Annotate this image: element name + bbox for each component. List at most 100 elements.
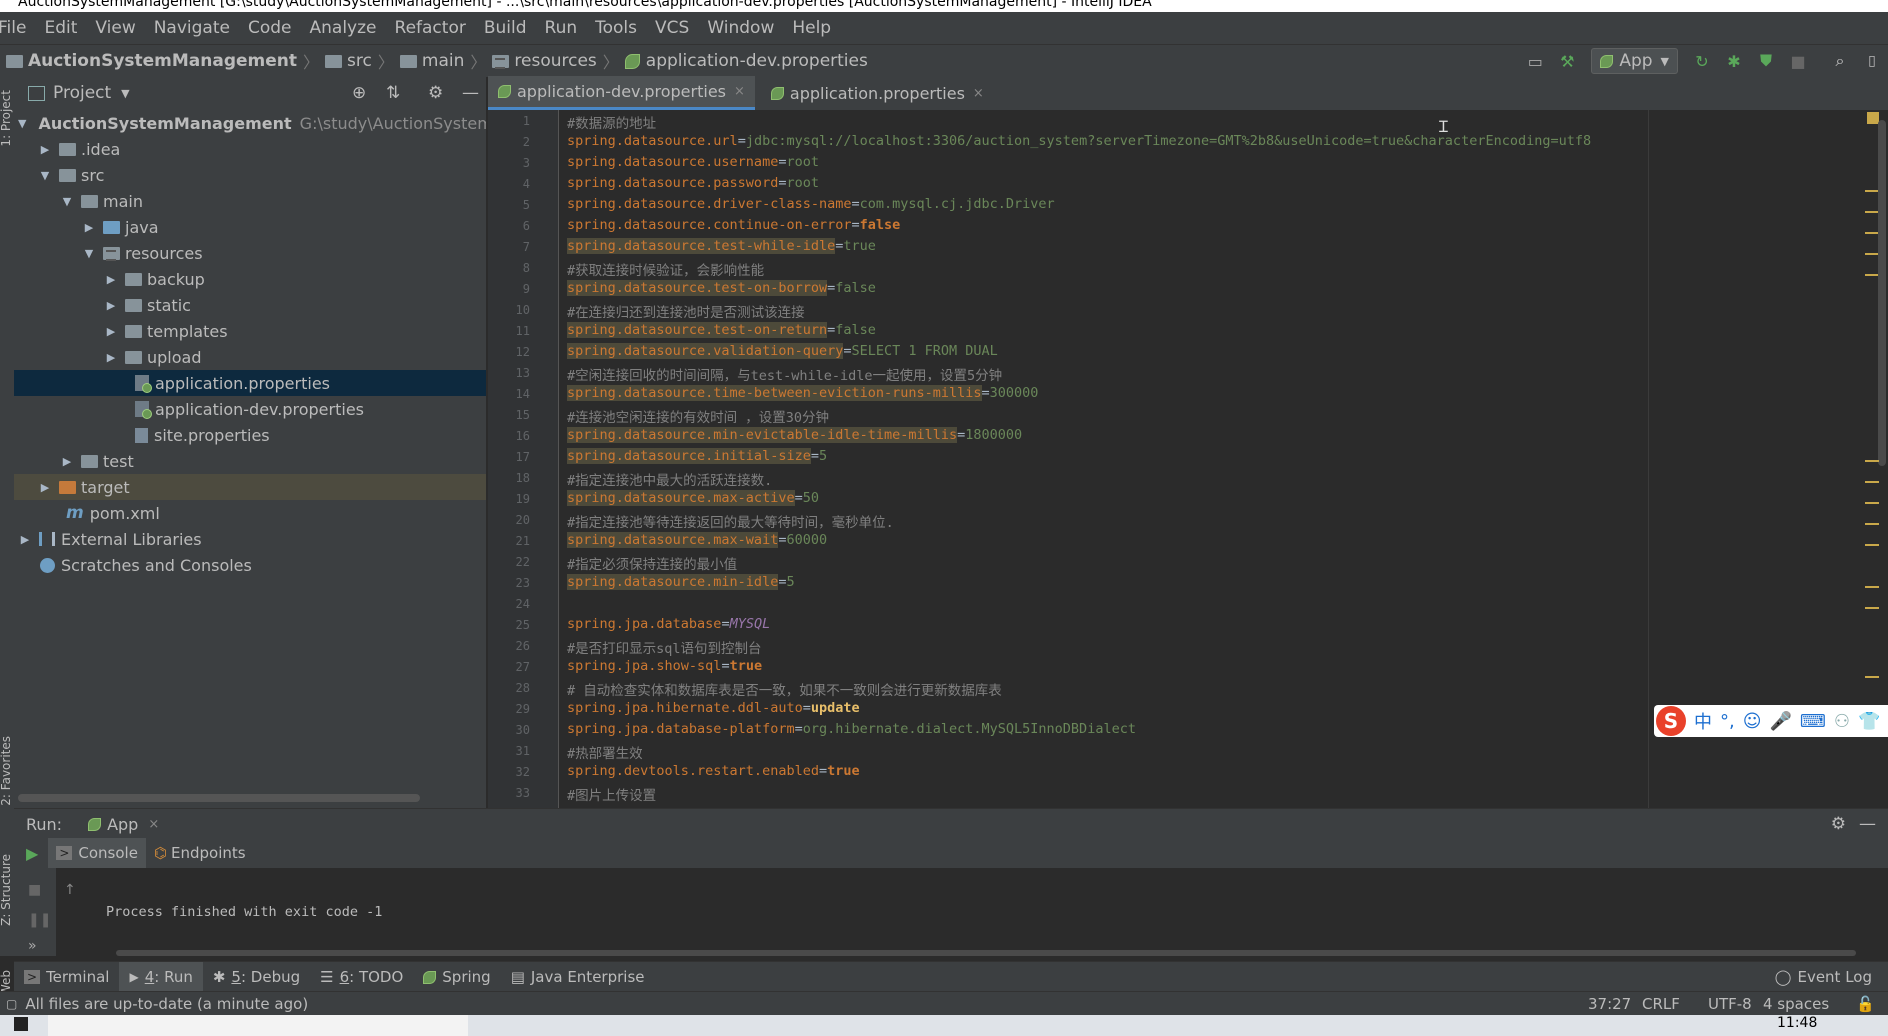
tree-node-target[interactable]: ▶ target [14,474,486,500]
tab-application-properties[interactable]: application.properties × [761,76,994,110]
collapse-all-icon[interactable]: ⇅ [386,83,400,103]
warning-mark[interactable] [1865,607,1879,609]
menu-analyze[interactable]: Analyze [301,12,386,44]
file-encoding[interactable]: UTF-8 [1708,995,1752,1013]
code-editor[interactable]: #数据源的地址 spring.datasource.url=jdbc:mysql… [559,110,1859,808]
warning-mark[interactable] [1865,274,1879,276]
tree-node-backup[interactable]: ▶ backup [14,266,486,292]
clock[interactable]: 11:48 [1777,1015,1817,1031]
scroll-up-icon[interactable]: ↑ [64,882,76,898]
expand-arrow-icon[interactable]: ▶ [82,221,96,234]
search-icon[interactable]: ⌕ [1828,49,1852,73]
tree-node-resources[interactable]: ▼ resources [14,240,486,266]
microphone-icon[interactable]: 🎤 [1770,711,1792,732]
tree-node-pom-xml[interactable]: m pom.xml [14,500,486,526]
close-icon[interactable]: × [973,86,984,101]
expand-arrow-icon[interactable]: ▶ [104,325,118,338]
expand-arrow-icon[interactable]: ▼ [18,117,26,130]
skin-shirt-icon[interactable]: 👕 [1858,711,1880,732]
breadcrumb-src[interactable]: src [347,51,372,71]
tab-application-dev-properties[interactable]: application-dev.properties × [488,76,755,110]
warning-mark[interactable] [1865,190,1879,192]
stop-icon[interactable]: ■ [1786,49,1810,73]
warning-mark[interactable] [1865,481,1879,483]
menu-window[interactable]: Window [698,12,783,44]
menu-view[interactable]: View [86,12,144,44]
tree-node-site-properties[interactable]: site.properties [14,422,486,448]
minimize-icon[interactable]: — [1859,814,1876,834]
ide-menu-icon[interactable]: ▯ [1860,49,1884,73]
tool-tab-run[interactable]: ▶ 4: Run [119,962,203,992]
menu-file[interactable]: File [0,12,35,44]
favorites-tool-tab[interactable]: 2: Favorites [0,736,13,806]
tree-node-application-dev-properties[interactable]: application-dev.properties [14,396,486,422]
warning-mark[interactable] [1865,676,1879,678]
windows-start-icon[interactable] [14,1017,28,1031]
tree-node-scratches[interactable]: Scratches and Consoles [14,552,486,578]
warning-mark[interactable] [1865,460,1879,462]
expand-arrow-icon[interactable]: ▼ [60,195,74,208]
expand-arrow-icon[interactable]: ▼ [38,169,52,182]
status-toggle-icon[interactable]: ▢ [6,997,17,1011]
warning-mark[interactable] [1865,502,1879,504]
stop-icon[interactable]: ■ [28,882,41,898]
breadcrumb-file[interactable]: application-dev.properties [646,51,868,71]
expand-arrow-icon[interactable]: ▶ [18,533,32,546]
warning-mark[interactable] [1865,544,1879,546]
user-icon[interactable]: ⚇ [1834,711,1850,732]
pause-icon[interactable]: ❚❚ [28,912,51,928]
warning-mark[interactable] [1865,586,1879,588]
more-icon[interactable]: » [28,938,37,954]
debug-bug-icon[interactable]: ✱ [1722,49,1746,73]
expand-arrow-icon[interactable]: ▼ [82,247,96,260]
scrollbar-thumb[interactable] [1878,120,1886,466]
breadcrumb-project[interactable]: AuctionSystemManagement [28,51,297,71]
menu-code[interactable]: Code [239,12,301,44]
emoji-icon[interactable]: ☺ [1743,711,1762,732]
menu-help[interactable]: Help [783,12,840,44]
breadcrumb-resources[interactable]: resources [514,51,596,71]
ime-mode-toggle[interactable]: 中 [1694,708,1712,734]
gear-icon[interactable]: ⚙ [428,83,443,103]
structure-tool-tab[interactable]: Z: Structure [0,854,13,926]
tree-node-idea[interactable]: ▶ .idea [14,136,486,162]
tree-node-templates[interactable]: ▶ templates [14,318,486,344]
tab-console[interactable]: > Console [48,838,146,868]
build-hammer-icon[interactable]: ⚒ [1555,49,1579,73]
menu-build[interactable]: Build [475,12,536,44]
tool-tab-java-enterprise[interactable]: ▤ Java Enterprise [501,962,655,992]
line-separator[interactable]: CRLF [1642,995,1680,1013]
warning-mark[interactable] [1865,232,1879,234]
run-config-selector[interactable]: App ▼ [1591,48,1678,74]
warning-mark[interactable] [1865,211,1879,213]
caret-position[interactable]: 37:27 [1588,995,1631,1013]
run-play-icon[interactable]: ▶ [26,844,38,863]
tree-node-main[interactable]: ▼ main [14,188,486,214]
tool-tab-event-log[interactable]: ◯ Event Log [1765,962,1882,992]
tool-tab-spring[interactable]: Spring [413,962,500,992]
sogou-logo[interactable]: S [1656,706,1686,736]
close-icon[interactable]: × [148,817,159,832]
menu-edit[interactable]: Edit [35,12,86,44]
menu-tools[interactable]: Tools [586,12,646,44]
expand-arrow-icon[interactable]: ▶ [104,351,118,364]
gear-icon[interactable]: ⚙ [1831,814,1846,834]
structure-view-icon[interactable]: ▭ [1523,49,1547,73]
coverage-icon[interactable]: ⛊ [1754,49,1778,73]
menu-vcs[interactable]: VCS [646,12,698,44]
expand-arrow-icon[interactable]: ▶ [38,143,52,156]
tree-node-src[interactable]: ▼ src [14,162,486,188]
tree-node-test[interactable]: ▶ test [14,448,486,474]
warning-mark[interactable] [1865,253,1879,255]
tree-node-upload[interactable]: ▶ upload [14,344,486,370]
close-icon[interactable]: × [734,84,745,99]
minimize-icon[interactable]: — [462,83,479,103]
rerun-icon[interactable]: ↻ [1690,49,1714,73]
console-output[interactable]: ↑ Process finished with exit code -1 [56,868,1888,956]
ime-toolbar[interactable]: S 中 °, ☺ 🎤 ⌨ ⚇ 👕 [1654,705,1888,737]
menu-navigate[interactable]: Navigate [145,12,239,44]
menu-run[interactable]: Run [536,12,587,44]
ime-punctuation-toggle[interactable]: °, [1720,711,1735,732]
tree-node-external-libraries[interactable]: ▶ External Libraries [14,526,486,552]
tool-tab-debug[interactable]: ✱ 5: Debug [203,962,310,992]
